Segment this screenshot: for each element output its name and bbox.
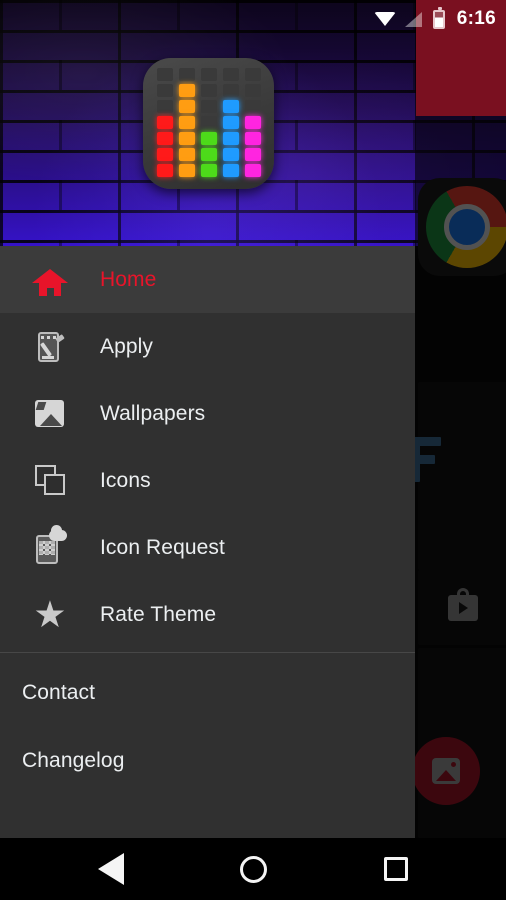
drawer-item-changelog-label: Changelog	[22, 749, 125, 772]
icon-request-icon-slot	[0, 524, 100, 566]
drawer-header	[0, 0, 415, 246]
drawer-item-icon-request[interactable]: Icon Request	[0, 514, 415, 581]
drawer-item-rate-theme-label: Rate Theme	[100, 602, 217, 626]
equalizer-cell	[222, 84, 239, 97]
system-navigation-bar	[0, 838, 506, 900]
equalizer-cell	[222, 100, 239, 113]
equalizer-column-3	[200, 68, 217, 177]
drawer-item-wallpapers-label: Wallpapers	[100, 401, 206, 425]
equalizer-cell	[178, 68, 195, 81]
rate-theme-icon-slot: ★	[0, 593, 100, 635]
equalizer-cell	[156, 116, 173, 129]
navigation-drawer: Home Apply Wallpapers Icons Icon Request…	[0, 0, 415, 838]
equalizer-cell	[156, 68, 173, 81]
equalizer-cell	[222, 164, 239, 177]
equalizer-cell	[200, 68, 217, 81]
equalizer-cell	[178, 100, 195, 113]
recents-square-icon[interactable]	[383, 857, 408, 881]
equalizer-cell	[178, 148, 195, 161]
drawer-item-contact[interactable]: Contact	[0, 659, 415, 727]
equalizer-cell	[222, 116, 239, 129]
drawer-divider	[0, 652, 415, 653]
equalizer-cell	[200, 164, 217, 177]
equalizer-column-1	[156, 68, 173, 177]
equalizer-cell	[178, 84, 195, 97]
icons-icon-slot	[0, 463, 100, 499]
equalizer-cell	[156, 100, 173, 113]
drawer-item-contact-label: Contact	[22, 681, 96, 704]
drawer-menu-list: Home Apply Wallpapers Icons Icon Request…	[0, 246, 415, 795]
equalizer-cell	[244, 116, 261, 129]
equalizer-column-4	[222, 68, 239, 177]
wallpapers-icon-slot	[0, 396, 100, 432]
equalizer-cell	[200, 100, 217, 113]
equalizer-cell	[200, 148, 217, 161]
equalizer-cell	[244, 84, 261, 97]
equalizer-cell	[222, 132, 239, 145]
icon-request-icon	[32, 524, 68, 566]
equalizer-cell	[222, 148, 239, 161]
apply-icon-slot	[0, 329, 100, 365]
back-triangle-icon[interactable]	[98, 853, 125, 885]
home-icon	[32, 262, 68, 298]
drawer-item-wallpapers[interactable]: Wallpapers	[0, 380, 415, 447]
equalizer-cell	[244, 100, 261, 113]
home-circle-icon[interactable]	[240, 855, 268, 883]
equalizer-cell	[244, 132, 261, 145]
equalizer-cell	[200, 116, 217, 129]
equalizer-cell	[244, 68, 261, 81]
drawer-item-rate-theme[interactable]: ★ Rate Theme	[0, 581, 415, 648]
equalizer-cell	[200, 132, 217, 145]
equalizer-cell	[244, 164, 261, 177]
equalizer-column-2	[178, 68, 195, 177]
star-icon: ★	[33, 593, 67, 635]
phone-screen: Home Apply Wallpapers Icons Icon Request…	[0, 0, 506, 900]
equalizer-icon	[143, 58, 274, 189]
equalizer-cell	[178, 132, 195, 145]
equalizer-cell	[156, 132, 173, 145]
drawer-item-icons-label: Icons	[100, 468, 151, 492]
equalizer-cell	[244, 148, 261, 161]
drawer-item-apply[interactable]: Apply	[0, 313, 415, 380]
equalizer-cell	[156, 164, 173, 177]
home-icon-slot	[0, 262, 100, 298]
drawer-item-home[interactable]: Home	[0, 246, 415, 313]
equalizer-cell	[156, 84, 173, 97]
equalizer-column-5	[244, 68, 261, 177]
equalizer-cell	[200, 84, 217, 97]
equalizer-cell	[156, 148, 173, 161]
drawer-item-icon-request-label: Icon Request	[100, 535, 225, 559]
equalizer-cell	[178, 116, 195, 129]
apply-phone-icon	[32, 329, 68, 365]
drawer-item-changelog[interactable]: Changelog	[0, 727, 415, 795]
image-icon	[32, 396, 68, 432]
drawer-item-home-label: Home	[100, 267, 157, 291]
drawer-item-apply-label: Apply	[100, 334, 154, 358]
layers-icon	[32, 463, 68, 499]
equalizer-cell	[222, 68, 239, 81]
drawer-item-icons[interactable]: Icons	[0, 447, 415, 514]
equalizer-cell	[178, 164, 195, 177]
